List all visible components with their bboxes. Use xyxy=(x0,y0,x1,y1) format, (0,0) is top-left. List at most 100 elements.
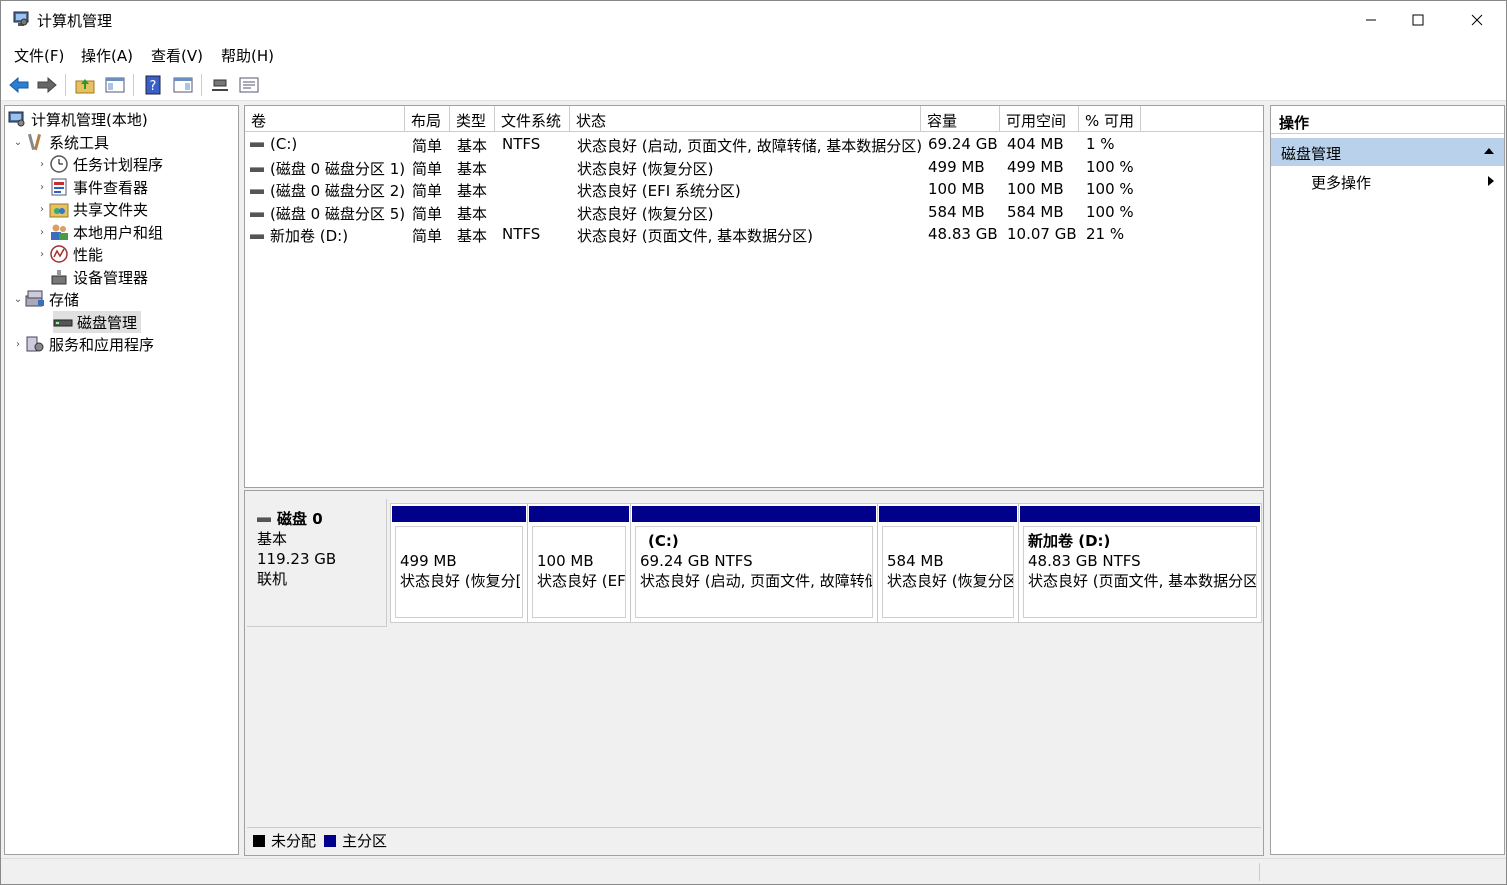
chevron-right-icon[interactable]: › xyxy=(35,204,49,215)
column-header-volume[interactable]: 卷 xyxy=(245,106,405,132)
forward-button[interactable] xyxy=(35,73,59,97)
cell-volume: (磁盘 0 磁盘分区 2) xyxy=(250,180,405,201)
disk-graphical-view: 磁盘 0 基本 119.23 GB 联机 499 MB 状态良好 (恢复分[ 1… xyxy=(244,490,1264,856)
show-hide-action-pane-button[interactable] xyxy=(171,73,195,97)
column-header-free-space[interactable]: 可用空间 xyxy=(1000,106,1079,132)
table-row[interactable]: (C:) 简单 基本 NTFS 状态良好 (启动, 页面文件, 故障转储, 基本… xyxy=(245,133,1263,155)
menu-bar: 文件(F) 操作(A) 查看(V) 帮助(H) xyxy=(1,39,1506,69)
column-header-filesystem[interactable]: 文件系统 xyxy=(495,106,570,132)
tree-item-shared-folders[interactable]: › 共享文件夹 xyxy=(35,198,148,220)
maximize-button[interactable] xyxy=(1395,1,1441,39)
actions-section-disk-management[interactable]: 磁盘管理 xyxy=(1271,138,1504,166)
cell-type: 基本 xyxy=(457,227,488,245)
partition-size: 499 MB xyxy=(400,552,457,570)
shared-folder-icon xyxy=(49,200,69,218)
chevron-right-icon[interactable]: › xyxy=(35,159,49,170)
cell-free-space: 10.07 GB xyxy=(1007,225,1077,243)
menu-action[interactable]: 操作(A) xyxy=(81,45,133,66)
minimize-button[interactable] xyxy=(1348,1,1394,39)
table-row[interactable]: 新加卷 (D:) 简单 基本 NTFS 状态良好 (页面文件, 基本数据分区) … xyxy=(245,223,1263,245)
column-header-status[interactable]: 状态 xyxy=(570,106,921,132)
partition-block[interactable]: 499 MB 状态良好 (恢复分[ xyxy=(391,504,528,622)
properties-icon xyxy=(239,77,259,93)
partition-block[interactable]: 新加卷 (D:) 48.83 GB NTFS 状态良好 (页面文件, 基本数据分… xyxy=(1019,504,1261,622)
column-header-type[interactable]: 类型 xyxy=(450,106,495,132)
tree-item-root[interactable]: 计算机管理(本地) xyxy=(7,108,148,130)
close-icon xyxy=(1471,14,1483,26)
toolbar: ? xyxy=(1,69,1506,101)
column-header-filler xyxy=(1141,106,1263,132)
chevron-right-icon[interactable]: › xyxy=(35,182,49,193)
performance-icon xyxy=(49,245,69,263)
window-title: 计算机管理 xyxy=(37,12,113,30)
actions-section-label: 磁盘管理 xyxy=(1281,145,1342,163)
properties-button[interactable] xyxy=(237,73,261,97)
cell-free-space: 499 MB xyxy=(1007,158,1064,176)
cell-status: 状态良好 (启动, 页面文件, 故障转储, 基本数据分区) xyxy=(577,137,923,155)
show-hide-console-tree-button[interactable] xyxy=(103,73,127,97)
volume-icon xyxy=(250,212,264,217)
tree-item-task-scheduler[interactable]: › 任务计划程序 xyxy=(35,153,163,175)
tree-label-root: 计算机管理(本地) xyxy=(31,110,148,129)
cell-percent-free: 100 % xyxy=(1086,203,1134,221)
tree-item-event-viewer[interactable]: › 事件查看器 xyxy=(35,176,148,198)
volume-icon xyxy=(250,234,264,239)
table-row[interactable]: (磁盘 0 磁盘分区 2) 简单 基本 状态良好 (EFI 系统分区) 100 … xyxy=(245,178,1263,200)
back-button[interactable] xyxy=(7,73,31,97)
partition-size: 584 MB xyxy=(887,552,944,570)
chevron-right-icon[interactable]: › xyxy=(11,339,25,350)
partition-block[interactable]: (C:) 69.24 GB NTFS 状态良好 (启动, 页面文件, 故障转储 xyxy=(631,504,878,622)
tree-label-event-viewer: 事件查看器 xyxy=(73,178,149,197)
cell-free-space: 584 MB xyxy=(1007,203,1064,221)
partition-status: 状态良好 (EF xyxy=(537,572,626,590)
partition-block[interactable]: 584 MB 状态良好 (恢复分区 xyxy=(878,504,1019,622)
help-button[interactable]: ? xyxy=(141,73,165,97)
cell-capacity: 48.83 GB xyxy=(928,225,998,243)
chevron-down-icon[interactable]: ⌄ xyxy=(11,294,25,305)
menu-view[interactable]: 查看(V) xyxy=(151,45,203,66)
tree-item-local-users[interactable]: › 本地用户和组 xyxy=(35,221,163,243)
menu-file[interactable]: 文件(F) xyxy=(14,45,64,66)
tree-item-device-manager[interactable]: 设备管理器 xyxy=(35,266,148,288)
cell-free-space: 404 MB xyxy=(1007,135,1064,153)
up-level-button[interactable] xyxy=(73,73,97,97)
tree-item-services-apps[interactable]: › 服务和应用程序 xyxy=(11,333,154,355)
connect-icon xyxy=(212,79,228,91)
table-row[interactable]: (磁盘 0 磁盘分区 5) 简单 基本 状态良好 (恢复分区) 584 MB 5… xyxy=(245,201,1263,223)
close-button[interactable] xyxy=(1454,1,1500,39)
disk-partition-strip: 499 MB 状态良好 (恢复分[ 100 MB 状态良好 (EF (C:) 6… xyxy=(390,503,1262,623)
actions-header: 操作 xyxy=(1271,106,1504,134)
tree-item-disk-management[interactable]: 磁盘管理 xyxy=(53,311,142,333)
column-header-percent-free[interactable]: % 可用 xyxy=(1079,106,1141,132)
tree-label-services-apps: 服务和应用程序 xyxy=(49,335,155,354)
more-actions-label: 更多操作 xyxy=(1311,174,1372,192)
disk-icon xyxy=(257,517,271,522)
tree-item-performance[interactable]: › 性能 xyxy=(35,243,103,265)
menu-help[interactable]: 帮助(H) xyxy=(221,45,274,66)
tree-item-system-tools[interactable]: ⌄ 系统工具 xyxy=(11,131,109,153)
tree-label-storage: 存储 xyxy=(49,290,80,309)
connect-button[interactable] xyxy=(208,73,232,97)
status-bar xyxy=(1,858,1506,884)
event-viewer-icon xyxy=(49,178,69,196)
chevron-right-icon[interactable]: › xyxy=(35,249,49,260)
disk-label[interactable]: 磁盘 0 基本 119.23 GB 联机 xyxy=(247,499,387,627)
actions-pane: 操作 磁盘管理 更多操作 xyxy=(1270,105,1505,855)
volume-icon xyxy=(250,142,264,147)
chevron-right-icon[interactable]: › xyxy=(35,227,49,238)
chevron-down-icon[interactable]: ⌄ xyxy=(11,137,25,148)
volume-icon xyxy=(250,189,264,194)
cell-filesystem: NTFS xyxy=(502,135,541,153)
column-header-layout[interactable]: 布局 xyxy=(405,106,450,132)
more-actions-item[interactable]: 更多操作 xyxy=(1271,168,1504,194)
partition-name: 新加卷 (D:) xyxy=(1028,532,1111,550)
disk-status: 联机 xyxy=(257,570,288,588)
collapse-up-icon[interactable] xyxy=(1484,148,1494,154)
partition-block[interactable]: 100 MB 状态良好 (EF xyxy=(528,504,631,622)
tree-item-storage[interactable]: ⌄ 存储 xyxy=(11,288,79,310)
column-header-capacity[interactable]: 容量 xyxy=(921,106,1000,132)
help-icon: ? xyxy=(145,75,161,95)
partition-status: 状态良好 (恢复分区 xyxy=(887,572,1014,590)
table-row[interactable]: (磁盘 0 磁盘分区 1) 简单 基本 状态良好 (恢复分区) 499 MB 4… xyxy=(245,156,1263,178)
partition-status: 状态良好 (页面文件, 基本数据分区 xyxy=(1028,572,1257,590)
